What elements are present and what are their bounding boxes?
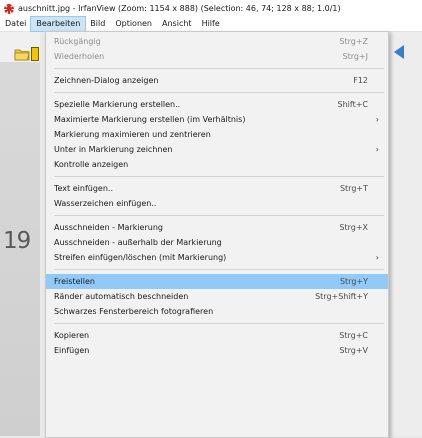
menu-item-label: Maximierte Markierung erstellen (im Verh… [54, 115, 246, 124]
menu-item[interactable]: Maximierte Markierung erstellen (im Verh… [46, 112, 388, 127]
menu-item[interactable]: Schwarzes Fensterbereich fotografieren [46, 304, 388, 319]
menu-separator [54, 269, 384, 270]
menu-item-label: Text einfügen.. [54, 184, 113, 193]
menu-item-shortcut: F12 [353, 76, 368, 85]
menu-bearbeiten[interactable]: Bearbeiten [30, 16, 87, 32]
menu-item[interactable]: Kontrolle anzeigen [46, 157, 388, 172]
menu-item[interactable]: Markierung maximieren und zentrieren [46, 127, 388, 142]
menu-item-label: Wasserzeichen einfügen.. [54, 199, 157, 208]
menu-item-label: Rückgängig [54, 37, 101, 46]
menu-separator [54, 68, 384, 69]
menu-item-shortcut: Strg+C [339, 331, 368, 340]
menu-item-label: Markierung maximieren und zentrieren [54, 130, 211, 139]
menu-item[interactable]: Unter in Markierung zeichnen › [46, 142, 388, 157]
menu-hilfe[interactable]: Hilfe [197, 17, 225, 31]
menu-item[interactable]: Einfügen Strg+V [46, 343, 388, 358]
menu-bar: Datei Bearbeiten Bild Optionen Ansicht H… [0, 16, 422, 32]
menu-item[interactable]: Rückgängig Strg+Z [46, 34, 388, 49]
canvas-image-text: 19 [3, 228, 31, 254]
open-folder-icon[interactable] [14, 47, 30, 61]
chevron-right-icon: › [375, 145, 379, 154]
menu-item[interactable]: Ausschneiden - Markierung Strg+X [46, 220, 388, 235]
menu-item-label: Unter in Markierung zeichnen [54, 145, 173, 154]
blue-arrow-icon[interactable] [392, 44, 422, 60]
window-title: auschnitt.jpg - IrfanView (Zoom: 1154 x … [18, 4, 341, 13]
menu-item[interactable]: Spezielle Markierung erstellen.. Shift+C [46, 97, 388, 112]
title-bar: auschnitt.jpg - IrfanView (Zoom: 1154 x … [0, 0, 422, 17]
chevron-right-icon: › [375, 115, 379, 124]
edit-dropdown-menu: Rückgängig Strg+Z Wiederholen Strg+J Zeichne… [45, 31, 389, 438]
menu-ansicht[interactable]: Ansicht [157, 17, 197, 31]
menu-item[interactable]: Kopieren Strg+C [46, 328, 388, 343]
menu-item-label: Ränder automatisch beschneiden [54, 292, 189, 301]
menu-item-label: Wiederholen [54, 52, 105, 61]
menu-item-label: Schwarzes Fensterbereich fotografieren [54, 307, 214, 316]
menu-item-shortcut: Shift+C [337, 100, 368, 109]
menu-item-label: Streifen einfügen/löschen (mit Markierun… [54, 253, 227, 262]
menu-separator [54, 215, 384, 216]
menu-item[interactable]: Text einfügen.. Strg+T [46, 181, 388, 196]
toolbar-icon[interactable] [31, 47, 39, 61]
menu-optionen[interactable]: Optionen [110, 17, 157, 31]
menu-item[interactable]: Zeichnen-Dialog anzeigen F12 [46, 73, 388, 88]
menu-item-label: Spezielle Markierung erstellen.. [54, 100, 181, 109]
menu-datei[interactable]: Datei [0, 17, 31, 31]
menu-item-shortcut: Strg+Shift+Y [315, 292, 368, 301]
menu-item-shortcut: Strg+T [339, 184, 368, 193]
chevron-right-icon: › [375, 253, 379, 262]
menu-item[interactable]: Ausschneiden - außerhalb der Markierung [46, 235, 388, 250]
menu-item[interactable]: Wiederholen Strg+J [46, 49, 388, 64]
menu-item-label: Ausschneiden - außerhalb der Markierung [54, 238, 222, 247]
image-canvas[interactable]: 19 [0, 62, 40, 436]
menu-bild[interactable]: Bild [85, 17, 110, 31]
menu-item-shortcut: Strg+V [339, 346, 368, 355]
menu-item-label: Freistellen [54, 277, 95, 286]
menu-item-label: Zeichnen-Dialog anzeigen [54, 76, 159, 85]
menu-separator [54, 323, 384, 324]
menu-item-shortcut: Strg+Z [339, 37, 368, 46]
menu-item-label: Kontrolle anzeigen [54, 160, 129, 169]
menu-item[interactable]: Freistellen Strg+Y [46, 274, 388, 289]
menu-item[interactable]: Wasserzeichen einfügen.. [46, 196, 388, 211]
menu-separator [54, 92, 384, 93]
irfanview-app-icon [4, 3, 14, 14]
menu-item-label: Kopieren [54, 331, 90, 340]
menu-separator [54, 176, 384, 177]
menu-item-shortcut: Strg+X [339, 223, 368, 232]
menu-item-label: Einfügen [54, 346, 90, 355]
menu-item-shortcut: Strg+J [342, 52, 368, 61]
menu-item-label: Ausschneiden - Markierung [54, 223, 163, 232]
menu-item-shortcut: Strg+Y [339, 277, 368, 286]
toolbar-right [392, 32, 422, 436]
menu-item[interactable]: Ränder automatisch beschneiden Strg+Shift… [46, 289, 388, 304]
menu-item[interactable]: Streifen einfügen/löschen (mit Markierun… [46, 250, 388, 265]
